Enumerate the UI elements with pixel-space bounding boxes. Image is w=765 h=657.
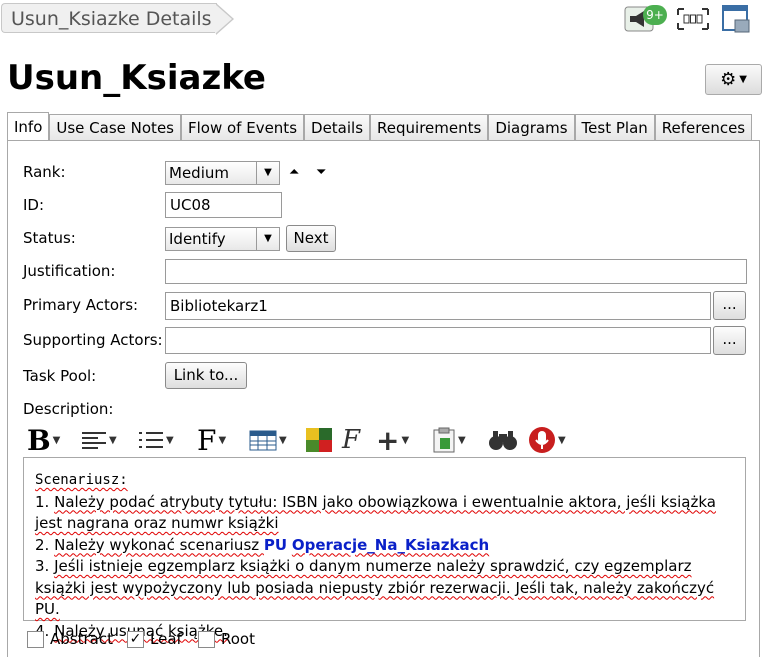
description-text: Należy wykonać scenariusz (54, 535, 264, 554)
layout-icon[interactable] (675, 3, 711, 35)
description-line: 2. Należy wykonać scenariusz PU Operacje… (35, 535, 734, 557)
align-icon (82, 432, 106, 449)
tab-details[interactable]: Details (304, 114, 371, 141)
supporting-actors-browse-button[interactable]: ... (713, 326, 746, 355)
paste-button[interactable]: ▼ (432, 424, 466, 456)
align-button[interactable]: ▼ (81, 424, 117, 456)
dictate-icon (529, 427, 555, 453)
link-to-button[interactable]: Link to... (165, 362, 247, 389)
line-number: 1. (35, 492, 55, 511)
bold-icon: B (27, 423, 51, 457)
chevron-down-icon: ▼ (109, 434, 117, 446)
font-button[interactable]: F ▼ (197, 423, 227, 457)
tab-bar: Info Use Case Notes Flow of Events Detai… (7, 112, 753, 141)
leaf-checkbox[interactable]: ✓ Leaf (127, 629, 182, 649)
abstract-checkbox[interactable]: Abstract (27, 629, 113, 649)
chevron-down-icon: ▼ (166, 434, 174, 446)
description-editor[interactable]: Scenariusz: 1. Należy podać atrybuty tyt… (23, 457, 746, 640)
supporting-actors-field[interactable] (165, 327, 711, 354)
chevron-down-icon: ▼ (256, 162, 279, 184)
root-label: Root (221, 630, 255, 648)
description-line: 1. Należy podać atrybuty tytułu: ISBN ja… (35, 492, 734, 535)
breadcrumb[interactable]: Usun_Ksiazke Details (1, 3, 217, 33)
insert-icon: + (376, 423, 400, 457)
table-button[interactable]: ▼ (249, 424, 287, 456)
tab-use-case-notes[interactable]: Use Case Notes (49, 114, 181, 141)
tab-info[interactable]: Info (7, 112, 50, 141)
notifications-badge: 9+ (643, 5, 667, 25)
color-icon (306, 428, 332, 452)
checkbox-box[interactable] (198, 630, 215, 648)
line-number: 3. (35, 557, 55, 575)
status-value: Identify (169, 230, 226, 248)
formula-button[interactable]: F (342, 424, 360, 456)
chevron-down-icon: ▼ (279, 434, 287, 446)
formula-icon: F (342, 425, 361, 455)
description-text: Jeśli istnieje egzemplarz książki o dany… (35, 557, 715, 618)
rank-down-icon[interactable]: ⏷ (316, 165, 326, 180)
list-button[interactable]: ▼ (138, 424, 174, 456)
checkmark-icon[interactable]: ✓ (127, 630, 144, 648)
dictate-button[interactable]: ▼ (528, 424, 566, 456)
supporting-actors-label: Supporting Actors: (23, 331, 163, 349)
rank-value: Medium (169, 164, 229, 182)
primary-actors-field[interactable]: Bibliotekarz1 (165, 292, 711, 320)
description-label: Description: (23, 400, 114, 418)
chevron-down-icon: ▼ (52, 434, 61, 446)
justification-label: Justification: (23, 262, 116, 280)
tab-references[interactable]: References (654, 114, 753, 141)
line-number: 2. (35, 535, 55, 554)
description-line: 3. Jeśli istnieje egzemplarz książki o d… (35, 556, 734, 621)
task-pool-label: Task Pool: (23, 367, 97, 385)
find-button[interactable] (488, 424, 518, 456)
gear-icon: ⚙ (720, 69, 737, 90)
description-heading: Scenariusz: (35, 472, 128, 488)
chevron-down-icon: ▼ (458, 434, 466, 446)
chevron-down-icon: ▼ (256, 228, 279, 250)
insert-button[interactable]: + ▼ (376, 423, 410, 457)
rank-select[interactable]: Medium ▼ (165, 161, 280, 185)
primary-actors-browse-button[interactable]: ... (713, 291, 746, 320)
chevron-down-icon: ▼ (401, 434, 410, 446)
tab-flow-of-events[interactable]: Flow of Events (180, 114, 305, 141)
paste-icon (433, 427, 455, 453)
justification-field[interactable] (165, 259, 747, 284)
tab-requirements[interactable]: Requirements (370, 114, 489, 141)
status-label: Status: (23, 229, 76, 247)
tab-test-plan[interactable]: Test Plan (574, 114, 655, 141)
leaf-label: Leaf (150, 630, 182, 648)
bold-button[interactable]: B ▼ (27, 423, 61, 457)
page-title: Usun_Ksiazke (7, 58, 266, 98)
primary-actors-label: Primary Actors: (23, 296, 139, 314)
window-icon[interactable] (719, 3, 753, 35)
id-label: ID: (23, 196, 45, 214)
breadcrumb-arrow-fill (215, 4, 232, 34)
color-button[interactable] (305, 424, 333, 456)
checkbox-box[interactable] (27, 630, 44, 648)
table-icon (249, 430, 277, 451)
settings-menu-button[interactable]: ⚙ ▼ (705, 64, 762, 95)
abstract-label: Abstract (50, 630, 113, 648)
tab-diagrams[interactable]: Diagrams (488, 114, 575, 141)
pu-link[interactable]: Operacje_Na_Ksiazkach (292, 536, 489, 554)
rank-up-icon[interactable]: ⏶ (289, 165, 299, 180)
find-icon (489, 431, 517, 450)
chevron-down-icon: ▼ (739, 74, 747, 85)
pu-link-prefix[interactable]: PU (264, 536, 287, 554)
list-icon (139, 432, 163, 448)
next-button[interactable]: Next (286, 225, 336, 252)
font-icon: F (197, 423, 217, 457)
root-checkbox[interactable]: Root (198, 629, 255, 649)
id-field[interactable]: UC08 (165, 192, 282, 218)
rank-label: Rank: (23, 163, 66, 181)
description-text: Należy podać atrybuty tytułu: ISBN jako … (35, 492, 716, 533)
status-select[interactable]: Identify ▼ (165, 227, 280, 251)
chevron-down-icon: ▼ (218, 434, 227, 446)
chevron-down-icon: ▼ (558, 434, 566, 446)
